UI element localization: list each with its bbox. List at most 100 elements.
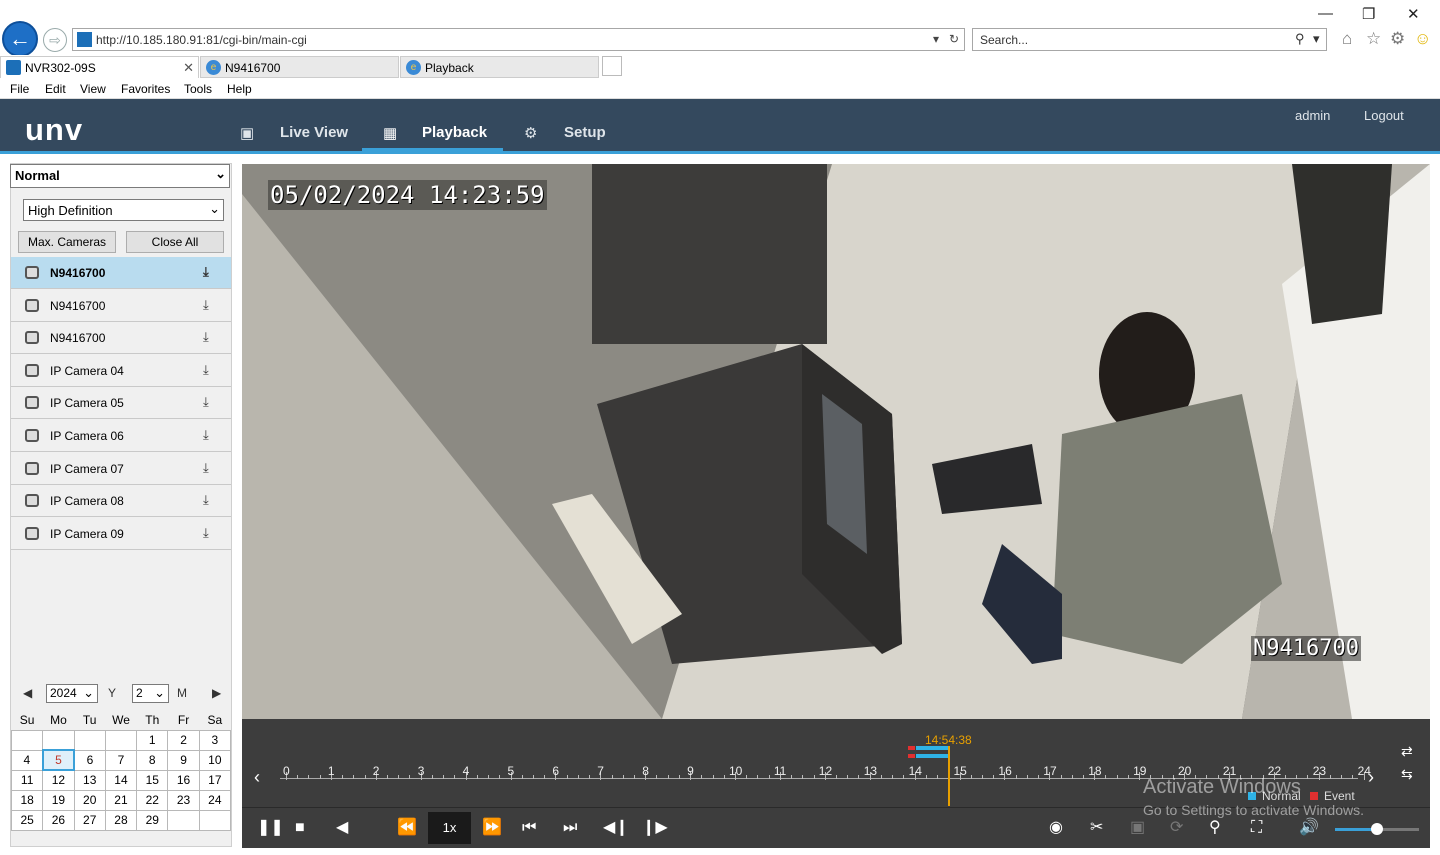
url-field[interactable]: http://10.185.180.91:81/cgi-bin/main-cgi… [72, 28, 965, 51]
camera-item[interactable]: N9416700 ⤓ [11, 290, 231, 322]
new-tab-button[interactable] [602, 56, 622, 76]
favorites-star-icon[interactable]: ☆ [1366, 29, 1381, 49]
forward-button[interactable]: ⇨ [43, 28, 67, 52]
calendar-day[interactable]: 27 [73, 809, 106, 831]
calendar-day[interactable]: 20 [73, 789, 106, 811]
timeline-prev-icon[interactable]: ‹ [254, 767, 260, 787]
pause-icon[interactable]: ❚❚ [257, 818, 284, 838]
camera-item[interactable]: IP Camera 05 ⤓ [11, 387, 231, 420]
calendar-day[interactable]: 23 [167, 789, 200, 811]
calendar-day[interactable]: 26 [42, 809, 75, 831]
download-icon[interactable]: ⤓ [203, 362, 209, 378]
menu-tools[interactable]: Tools [184, 82, 212, 96]
nav-setup[interactable]: Setup [564, 124, 606, 141]
prev-month-icon[interactable]: ◀ [23, 686, 32, 700]
sync-icon[interactable]: ⟳ [1170, 818, 1183, 838]
frame-back-icon[interactable]: ◀❙ [603, 818, 629, 838]
stop-icon[interactable]: ■ [295, 818, 305, 838]
calendar-day[interactable]: 24 [198, 789, 232, 811]
smiley-icon[interactable]: ☺ [1414, 29, 1431, 49]
camera-item[interactable]: N9416700 ⤓ [11, 322, 231, 355]
skip-forward-30s-icon[interactable]: ⏭ [563, 818, 577, 838]
download-icon[interactable]: ⤓ [203, 394, 209, 410]
calendar-day[interactable]: 9 [167, 749, 200, 771]
close-window-icon[interactable]: ✕ [1407, 5, 1420, 23]
calendar-day[interactable]: 1 [136, 729, 169, 751]
frame-forward-icon[interactable]: ❙▶ [642, 818, 668, 838]
menu-help[interactable]: Help [227, 82, 252, 96]
slow-down-icon[interactable]: ⏪ [397, 818, 417, 838]
volume-icon[interactable]: 🔊 [1299, 818, 1319, 838]
calendar-day[interactable]: 16 [167, 769, 200, 791]
close-all-button[interactable]: Close All [126, 231, 224, 253]
camera-item[interactable]: IP Camera 09 ⤓ [11, 518, 231, 550]
dropdown-icon[interactable]: ▾ [933, 32, 939, 46]
volume-slider[interactable] [1335, 823, 1419, 835]
reverse-play-icon[interactable]: ◀ [336, 818, 348, 838]
save-icon[interactable]: ▣ [1130, 818, 1145, 838]
camera-item[interactable]: IP Camera 07 ⤓ [11, 453, 231, 485]
restore-icon[interactable]: ❐ [1362, 5, 1375, 23]
quality-select[interactable]: High Definition ⌄ [23, 199, 224, 221]
mode-select[interactable]: Normal ⌄ [10, 164, 230, 188]
settings-gear-icon[interactable]: ⚙ [1390, 29, 1405, 49]
download-icon[interactable]: ⤓ [203, 525, 209, 541]
nav-live-view[interactable]: Live View [280, 124, 348, 141]
download-icon[interactable]: ⤓ [203, 492, 209, 508]
calendar-day[interactable]: 17 [198, 769, 232, 791]
search-icon[interactable]: ⚲ [1295, 31, 1305, 47]
menu-view[interactable]: View [80, 82, 106, 96]
calendar-day[interactable]: 28 [104, 809, 138, 831]
speed-up-icon[interactable]: ⏩ [482, 818, 502, 838]
year-select[interactable]: 2024 ⌄ [46, 684, 98, 703]
timeline-cursor[interactable] [948, 746, 950, 806]
download-icon[interactable]: ⤓ [203, 427, 209, 443]
refresh-icon[interactable]: ↻ [949, 32, 959, 46]
back-button[interactable]: ← [2, 21, 38, 57]
calendar-day[interactable]: 19 [42, 789, 75, 811]
snapshot-camera-icon[interactable]: ◉ [1049, 818, 1063, 838]
calendar-day[interactable]: 22 [136, 789, 169, 811]
menu-favorites[interactable]: Favorites [121, 82, 170, 96]
calendar-day[interactable]: 21 [104, 789, 138, 811]
tab-playback[interactable]: e Playback [400, 56, 599, 78]
calendar-day[interactable]: 6 [73, 749, 106, 771]
tab-close-icon[interactable]: ✕ [183, 60, 194, 76]
download-icon[interactable]: ⤓ [203, 460, 209, 476]
calendar-day[interactable]: 29 [136, 809, 169, 831]
download-icon[interactable]: ⤓ [203, 264, 209, 280]
nav-playback[interactable]: Playback [422, 124, 487, 141]
next-month-icon[interactable]: ▶ [212, 686, 221, 700]
calendar-day[interactable]: 12 [42, 769, 75, 791]
digital-zoom-icon[interactable]: ⚲ [1209, 818, 1221, 838]
clip-scissors-icon[interactable]: ✂ [1090, 818, 1103, 838]
search-field[interactable]: Search... ⚲ ▾ [972, 28, 1327, 51]
max-cameras-button[interactable]: Max. Cameras [18, 231, 116, 253]
download-icon[interactable]: ⤓ [203, 329, 209, 345]
calendar-day[interactable]: 10 [198, 749, 232, 771]
camera-item[interactable]: N9416700 ⤓ [11, 257, 231, 289]
calendar-day[interactable]: 8 [136, 749, 169, 771]
calendar-day[interactable]: 15 [136, 769, 169, 791]
camera-item[interactable]: IP Camera 04 ⤓ [11, 355, 231, 387]
calendar-day[interactable]: 2 [167, 729, 200, 751]
calendar-day[interactable]: 7 [104, 749, 138, 771]
download-icon[interactable]: ⤓ [203, 297, 209, 313]
menu-file[interactable]: File [10, 82, 29, 96]
camera-item[interactable]: IP Camera 08 ⤓ [11, 485, 231, 518]
calendar-day[interactable]: 14 [104, 769, 138, 791]
tab-nvr[interactable]: NVR302-09S ✕ [0, 56, 199, 78]
calendar-day-selected[interactable]: 5 [41, 749, 76, 771]
calendar-day[interactable]: 4 [10, 749, 44, 771]
minimize-icon[interactable]: — [1318, 5, 1333, 22]
camera-item[interactable]: IP Camera 06 ⤓ [11, 420, 231, 452]
menu-edit[interactable]: Edit [45, 82, 66, 96]
volume-knob[interactable] [1371, 823, 1383, 835]
calendar-day[interactable]: 11 [10, 769, 44, 791]
zoom-in-timeline-icon[interactable]: ⇄ [1401, 741, 1413, 761]
region-zoom-icon[interactable]: ⛶ [1251, 818, 1262, 838]
home-icon[interactable]: ⌂ [1342, 29, 1352, 49]
month-select[interactable]: 2 ⌄ [132, 684, 169, 703]
tab-camera[interactable]: e N9416700 [200, 56, 399, 78]
calendar-day[interactable]: 25 [10, 809, 44, 831]
